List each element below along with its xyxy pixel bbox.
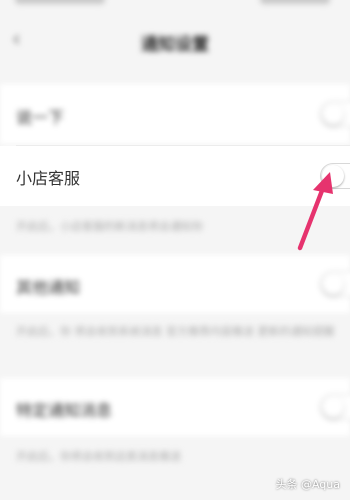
- setting-toggle[interactable]: [320, 271, 350, 297]
- setting-label: 其他通知: [16, 278, 81, 297]
- status-bar: [0, 0, 350, 10]
- setting-hint: 开启后，你 将会收到系统消息 官方推荐内容推送 更新的通知提醒: [16, 325, 335, 338]
- status-bar-left: [15, 0, 105, 4]
- setting-label: 说一下: [16, 108, 65, 127]
- nav-bar: ‹ 通知设置: [0, 20, 350, 62]
- toggle-knob: [322, 273, 344, 295]
- shop-service-hint: 开启后，小店客服的新消息将会通知你: [16, 220, 203, 233]
- setting-toggle[interactable]: [320, 101, 350, 127]
- setting-row-4[interactable]: 特定通知消息: [0, 378, 350, 436]
- watermark: 头条 @Aqua: [275, 478, 340, 491]
- shop-service-label: 小店客服: [16, 169, 81, 188]
- shop-service-toggle[interactable]: [320, 163, 350, 189]
- toggle-knob: [322, 396, 344, 418]
- setting-row-1[interactable]: 说一下: [0, 84, 350, 144]
- setting-row-shop-service[interactable]: 小店客服: [0, 146, 350, 206]
- setting-toggle[interactable]: [320, 394, 350, 420]
- setting-label: 特定通知消息: [16, 401, 113, 420]
- page-title: 通知设置: [141, 35, 209, 55]
- toggle-knob: [322, 165, 344, 187]
- setting-row-3[interactable]: 其他通知: [0, 255, 350, 313]
- toggle-knob: [322, 103, 344, 125]
- setting-hint: 开启后，你将会收到这类消息推送: [16, 450, 181, 463]
- status-bar-right: [260, 0, 330, 4]
- divider: [16, 145, 350, 146]
